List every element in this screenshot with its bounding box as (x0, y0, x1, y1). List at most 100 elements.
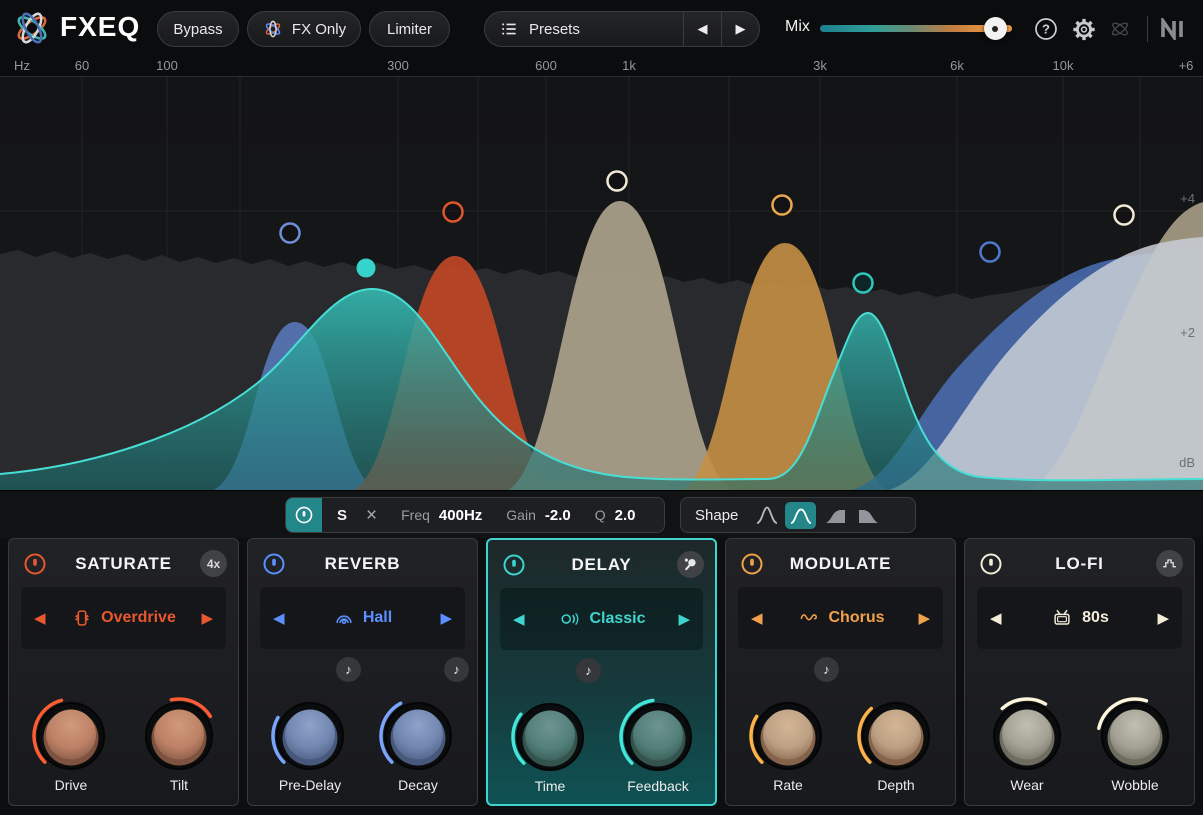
preset-prev-button[interactable]: ◀ (683, 12, 721, 46)
izotope-signature-icon[interactable] (1108, 17, 1132, 41)
preset-list-icon (499, 19, 519, 39)
module-card-modulate[interactable]: MODULATE◀Chorus▶Rate♪Depth (725, 538, 956, 806)
eq-node-saturate[interactable] (444, 203, 463, 222)
mode-next-button[interactable]: ▶ (201, 611, 213, 626)
chorus-icon (797, 607, 821, 629)
frequency-axis: Hz601003006001k3k6k10k+6 (0, 56, 1203, 77)
mode-next-button[interactable]: ▶ (918, 611, 930, 626)
module-mode-selector: ◀ Chorus ▶ (738, 587, 943, 649)
mode-value[interactable]: Chorus (829, 609, 885, 627)
eq-node-delay-low[interactable] (357, 259, 376, 278)
mode-prev-button[interactable]: ◀ (513, 612, 525, 627)
mode-prev-button[interactable]: ◀ (751, 611, 763, 626)
shape-peak-button[interactable] (751, 502, 782, 529)
knob-time[interactable] (507, 694, 593, 780)
steps-icon[interactable] (1156, 550, 1183, 577)
knob-feedback[interactable] (615, 694, 701, 780)
eq-node-lofi-mid[interactable] (608, 172, 627, 191)
freq-tick-label: 3k (813, 58, 827, 73)
mix-label: Mix (785, 18, 810, 36)
knob-pre-delay[interactable] (267, 693, 353, 779)
knob-decay[interactable] (375, 693, 461, 779)
shape-selector-box: Shape (680, 497, 916, 533)
module-card-saturate[interactable]: SATURATE4x◀Overdrive▶DriveTilt (8, 538, 239, 806)
mode-prev-button[interactable]: ◀ (273, 611, 285, 626)
shape-bell-button[interactable] (785, 502, 816, 529)
module-card-reverb[interactable]: REVERB◀Hall▶Pre-Delay♪Decay♪ (247, 538, 478, 806)
db-label: +4 (1180, 191, 1195, 206)
bypass-button[interactable]: Bypass (157, 11, 239, 47)
eq-node-delay-high[interactable] (854, 274, 873, 293)
freq-tick-label: 100 (156, 58, 178, 73)
knob-label: Pre-Delay (250, 777, 370, 793)
top-bar: FXEQ Bypass FX Only Limiter (0, 0, 1203, 56)
help-button[interactable]: ? (1034, 17, 1058, 41)
freq-value[interactable]: 400Hz (439, 507, 482, 524)
settings-gear-button[interactable] (1072, 17, 1096, 41)
module-card-delay[interactable]: DELAY◀Classic▶Time♪Feedback (486, 538, 717, 806)
mode-prev-button[interactable]: ◀ (990, 611, 1002, 626)
mix-slider-handle[interactable] (984, 17, 1007, 40)
knob-depth[interactable] (853, 693, 939, 779)
hall-icon (333, 607, 355, 629)
limiter-label: Limiter (387, 21, 432, 38)
tv-icon (1050, 607, 1074, 629)
module-mode-selector: ◀ 80s ▶ (977, 587, 1182, 649)
band-settings-bar: S × Freq 400Hz Gain -2.0 Q 2.0 Shape (0, 490, 1203, 538)
freq-tick-label: 1k (622, 58, 636, 73)
knob-label: Wear (967, 777, 1087, 793)
knob-rate[interactable] (745, 693, 831, 779)
band-params-box: S × Freq 400Hz Gain -2.0 Q 2.0 (285, 497, 665, 533)
freq-tick-label: 10k (1053, 58, 1074, 73)
pingpong-icon[interactable] (677, 551, 704, 578)
limiter-button[interactable]: Limiter (369, 11, 450, 47)
eq-node-reverb-high[interactable] (981, 243, 1000, 262)
knob-label: Time (490, 778, 610, 794)
tempo-sync-note-button[interactable]: ♪ (814, 657, 839, 682)
knob-tilt[interactable] (136, 693, 222, 779)
tempo-sync-note-button[interactable]: ♪ (336, 657, 361, 682)
preset-next-button[interactable]: ▶ (721, 12, 759, 46)
knob-label: Decay (358, 777, 478, 793)
knob-wobble[interactable] (1092, 693, 1178, 779)
shape-label: Shape (695, 507, 738, 524)
mode-value[interactable]: Hall (363, 609, 392, 627)
band-delete-button[interactable]: × (366, 506, 377, 525)
gain-label: Gain (506, 507, 536, 523)
band-power-button[interactable] (286, 498, 322, 532)
knob-label: Depth (836, 777, 956, 793)
eq-node-lofi-high[interactable] (1115, 206, 1134, 225)
tempo-sync-note-button[interactable]: ♪ (576, 658, 601, 683)
band-solo-button[interactable]: S (337, 507, 347, 524)
knob-label: Rate (728, 777, 848, 793)
q-value[interactable]: 2.0 (615, 507, 636, 524)
module-badge[interactable]: 4x (200, 550, 227, 577)
fx-only-icon (262, 20, 284, 38)
mode-prev-button[interactable]: ◀ (34, 611, 46, 626)
freq-tick-label: Hz (14, 58, 30, 73)
mode-value[interactable]: Classic (589, 610, 645, 628)
mode-next-button[interactable]: ▶ (1157, 611, 1169, 626)
knob-drive[interactable] (28, 693, 114, 779)
mode-next-button[interactable]: ▶ (440, 611, 452, 626)
tempo-sync-note-button[interactable]: ♪ (444, 657, 469, 682)
freq-tick-label: +6 (1179, 58, 1194, 73)
module-card-lo-fi[interactable]: LO-FI◀80s▶WearWobble (964, 538, 1195, 806)
mode-value[interactable]: Overdrive (101, 609, 176, 627)
freq-tick-label: 6k (950, 58, 964, 73)
db-label: +2 (1180, 325, 1195, 340)
mode-next-button[interactable]: ▶ (678, 612, 690, 627)
presets-selector[interactable]: Presets ◀ ▶ (484, 11, 760, 47)
knob-label: Tilt (119, 777, 239, 793)
db-label: dB (1179, 455, 1195, 470)
shape-low-shelf-button[interactable] (819, 502, 850, 529)
gain-value[interactable]: -2.0 (545, 507, 571, 524)
shape-high-shelf-button[interactable] (853, 502, 884, 529)
mode-value[interactable]: 80s (1082, 609, 1109, 627)
fx-only-button[interactable]: FX Only (247, 11, 361, 47)
eq-node-reverb-low[interactable] (281, 224, 300, 243)
modules-row: SATURATE4x◀Overdrive▶DriveTiltREVERB◀Hal… (0, 538, 1203, 815)
ni-logo[interactable] (1158, 17, 1192, 41)
eq-node-modulate[interactable] (773, 196, 792, 215)
knob-wear[interactable] (984, 693, 1070, 779)
